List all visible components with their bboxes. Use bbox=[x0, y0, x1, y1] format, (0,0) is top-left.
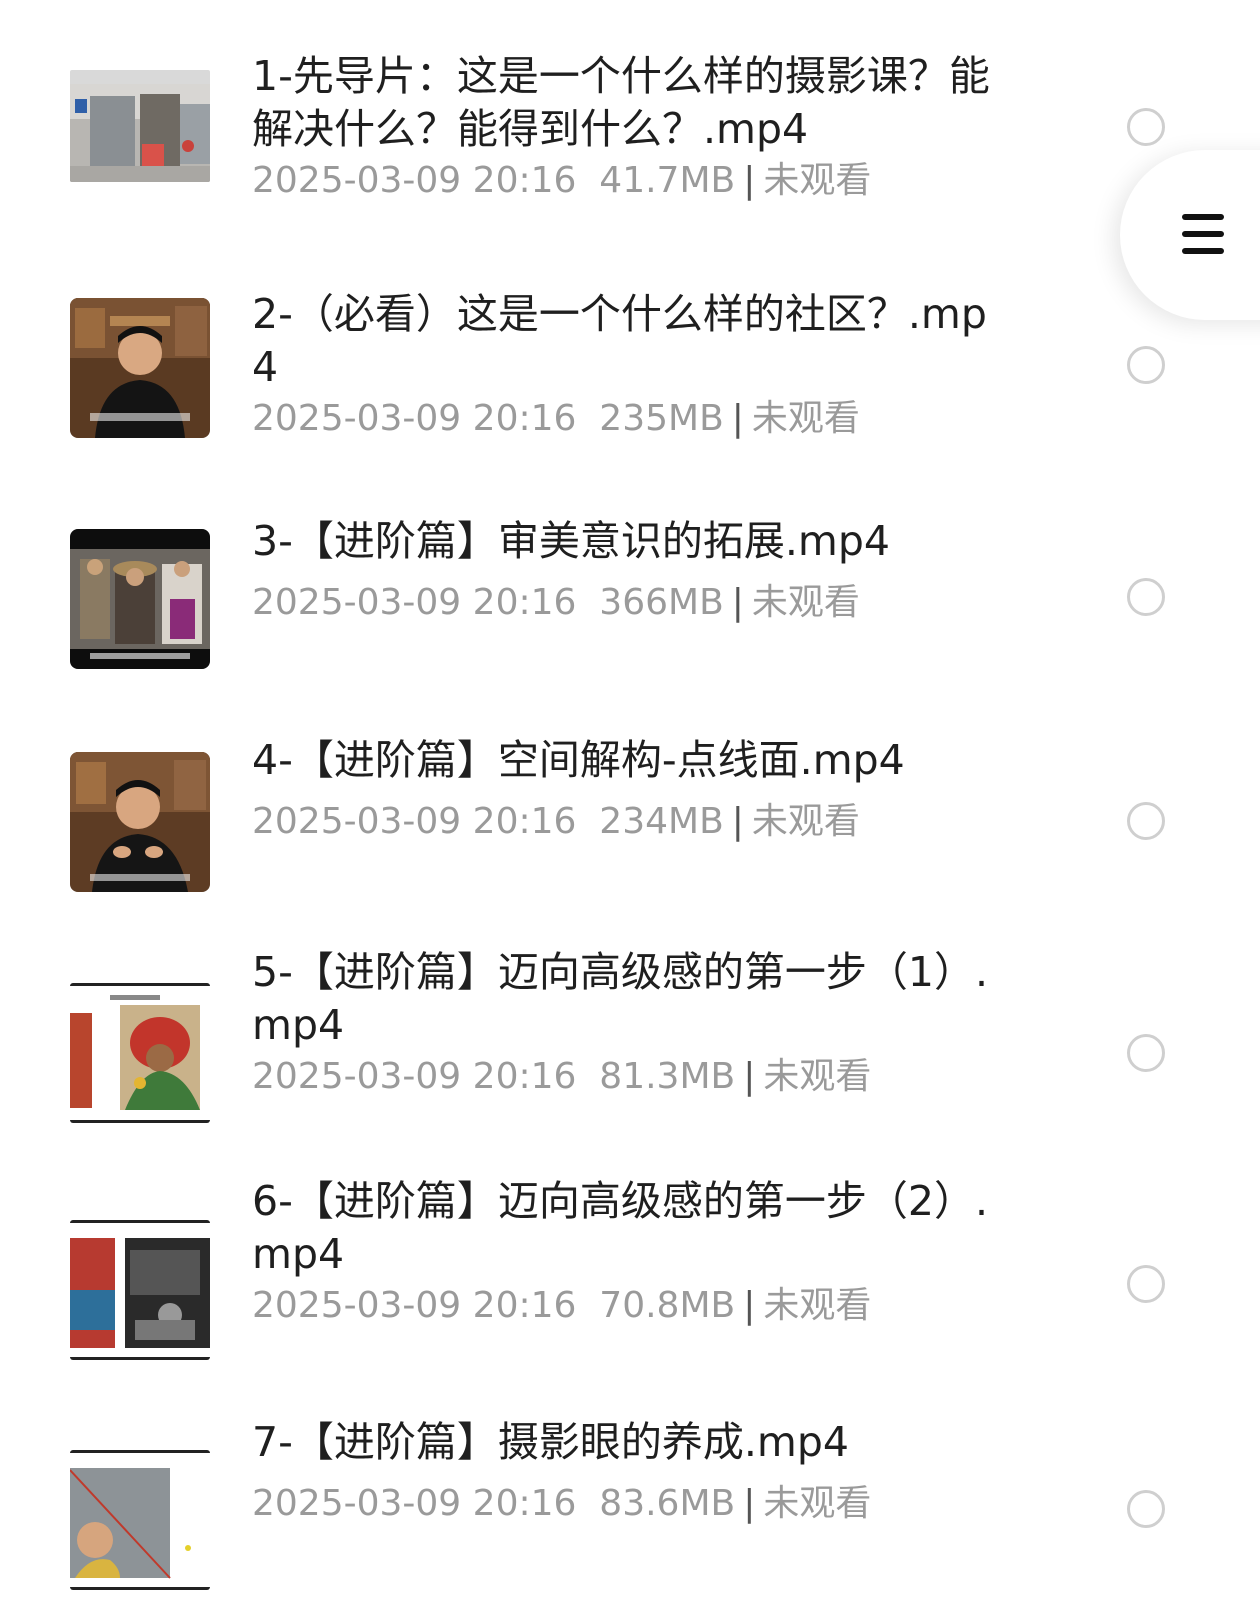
file-date: 2025-03-09 20:16 bbox=[252, 1483, 577, 1524]
list-item[interactable]: 3-【进阶篇】审美意识的拓展.mp4 2025-03-09 20:16 366M… bbox=[0, 505, 1260, 705]
portrait-slide-icon bbox=[70, 1450, 210, 1590]
file-meta: 2025-03-09 20:16 234MB | 未观看 bbox=[252, 799, 1012, 845]
list-item[interactable]: 2-（必看）这是一个什么样的社区？.mp4 2025-03-09 20:16 2… bbox=[0, 268, 1260, 468]
divider: | bbox=[731, 398, 744, 439]
select-radio[interactable] bbox=[1127, 346, 1165, 384]
portrait-slide-icon bbox=[70, 983, 210, 1123]
item-text: 5-【进阶篇】迈向高级感的第一步（1）.mp4 2025-03-09 20:16… bbox=[252, 946, 1012, 1100]
file-size: 366MB bbox=[599, 582, 724, 623]
presenter-icon bbox=[70, 298, 210, 438]
video-thumbnail bbox=[70, 70, 210, 182]
file-meta: 2025-03-09 20:16 70.8MB | 未观看 bbox=[252, 1283, 1012, 1329]
list-item[interactable]: 5-【进阶篇】迈向高级感的第一步（1）.mp4 2025-03-09 20:16… bbox=[0, 948, 1260, 1158]
file-title: 5-【进阶篇】迈向高级感的第一步（1）.mp4 bbox=[252, 948, 988, 1049]
item-text: 4-【进阶篇】空间解构-点线面.mp4 2025-03-09 20:16 234… bbox=[252, 734, 1012, 845]
select-radio[interactable] bbox=[1127, 578, 1165, 616]
watch-status: 未观看 bbox=[763, 1483, 872, 1524]
item-text: 2-（必看）这是一个什么样的社区？.mp4 2025-03-09 20:16 2… bbox=[252, 288, 1012, 442]
divider: | bbox=[743, 1056, 756, 1097]
file-meta: 2025-03-09 20:16 81.3MB | 未观看 bbox=[252, 1054, 1012, 1100]
video-thumbnail bbox=[70, 983, 210, 1123]
file-title: 6-【进阶篇】迈向高级感的第一步（2）.mp4 bbox=[252, 1177, 988, 1278]
file-title: 3-【进阶篇】审美意识的拓展.mp4 bbox=[252, 517, 890, 565]
file-date: 2025-03-09 20:16 bbox=[252, 801, 577, 842]
file-date: 2025-03-09 20:16 bbox=[252, 1056, 577, 1097]
divider: | bbox=[743, 1483, 756, 1524]
file-meta: 2025-03-09 20:16 235MB | 未观看 bbox=[252, 396, 1012, 442]
file-date: 2025-03-09 20:16 bbox=[252, 160, 577, 201]
item-text: 1-先导片：这是一个什么样的摄影课？能解决什么？能得到什么？.mp4 2025-… bbox=[252, 50, 1012, 204]
presenter-icon bbox=[70, 752, 210, 892]
divider: | bbox=[743, 160, 756, 201]
video-thumbnail bbox=[70, 1450, 210, 1590]
list-item[interactable]: 6-【进阶篇】迈向高级感的第一步（2）.mp4 2025-03-09 20:16… bbox=[0, 1177, 1260, 1395]
item-text: 7-【进阶篇】摄影眼的养成.mp4 2025-03-09 20:16 83.6M… bbox=[252, 1416, 1012, 1527]
select-radio[interactable] bbox=[1127, 1265, 1165, 1303]
file-date: 2025-03-09 20:16 bbox=[252, 582, 577, 623]
watch-status: 未观看 bbox=[763, 1285, 872, 1326]
select-radio[interactable] bbox=[1127, 802, 1165, 840]
file-size: 41.7MB bbox=[599, 160, 736, 201]
list-item[interactable]: 4-【进阶篇】空间解构-点线面.mp4 2025-03-09 20:16 234… bbox=[0, 730, 1260, 930]
file-size: 235MB bbox=[599, 398, 724, 439]
file-title: 1-先导片：这是一个什么样的摄影课？能解决什么？能得到什么？.mp4 bbox=[252, 52, 990, 153]
divider: | bbox=[743, 1285, 756, 1326]
video-thumbnail bbox=[70, 298, 210, 438]
file-title: 4-【进阶篇】空间解构-点线面.mp4 bbox=[252, 736, 905, 784]
watch-status: 未观看 bbox=[763, 160, 872, 201]
file-meta: 2025-03-09 20:16 366MB | 未观看 bbox=[252, 580, 1012, 626]
list-item[interactable]: 7-【进阶篇】摄影眼的养成.mp4 2025-03-09 20:16 83.6M… bbox=[0, 1418, 1260, 1620]
watch-status: 未观看 bbox=[751, 801, 860, 842]
hamburger-menu-icon bbox=[1182, 214, 1224, 254]
file-meta: 2025-03-09 20:16 41.7MB | 未观看 bbox=[252, 158, 1012, 204]
video-thumbnail bbox=[70, 1220, 210, 1360]
file-size: 81.3MB bbox=[599, 1056, 736, 1097]
item-text: 6-【进阶篇】迈向高级感的第一步（2）.mp4 2025-03-09 20:16… bbox=[252, 1175, 1012, 1329]
file-size: 83.6MB bbox=[599, 1483, 736, 1524]
street-scene-icon bbox=[70, 84, 210, 182]
video-thumbnail bbox=[70, 529, 210, 669]
list-item[interactable]: 1-先导片：这是一个什么样的摄影课？能解决什么？能得到什么？.mp4 2025-… bbox=[0, 30, 1260, 230]
watch-status: 未观看 bbox=[751, 398, 860, 439]
divider: | bbox=[731, 801, 744, 842]
select-radio[interactable] bbox=[1127, 108, 1165, 146]
photo-slide-icon bbox=[70, 1220, 210, 1360]
file-title: 2-（必看）这是一个什么样的社区？.mp4 bbox=[252, 290, 987, 391]
file-date: 2025-03-09 20:16 bbox=[252, 1285, 577, 1326]
crowd-photo-icon bbox=[70, 529, 210, 669]
file-meta: 2025-03-09 20:16 83.6MB | 未观看 bbox=[252, 1481, 1012, 1527]
watch-status: 未观看 bbox=[763, 1056, 872, 1097]
item-text: 3-【进阶篇】审美意识的拓展.mp4 2025-03-09 20:16 366M… bbox=[252, 515, 1012, 626]
file-date: 2025-03-09 20:16 bbox=[252, 398, 577, 439]
file-title: 7-【进阶篇】摄影眼的养成.mp4 bbox=[252, 1418, 849, 1466]
watch-status: 未观看 bbox=[751, 582, 860, 623]
select-radio[interactable] bbox=[1127, 1034, 1165, 1072]
file-size: 70.8MB bbox=[599, 1285, 736, 1326]
file-size: 234MB bbox=[599, 801, 724, 842]
divider: | bbox=[731, 582, 744, 623]
select-radio[interactable] bbox=[1127, 1490, 1165, 1528]
video-thumbnail bbox=[70, 752, 210, 892]
